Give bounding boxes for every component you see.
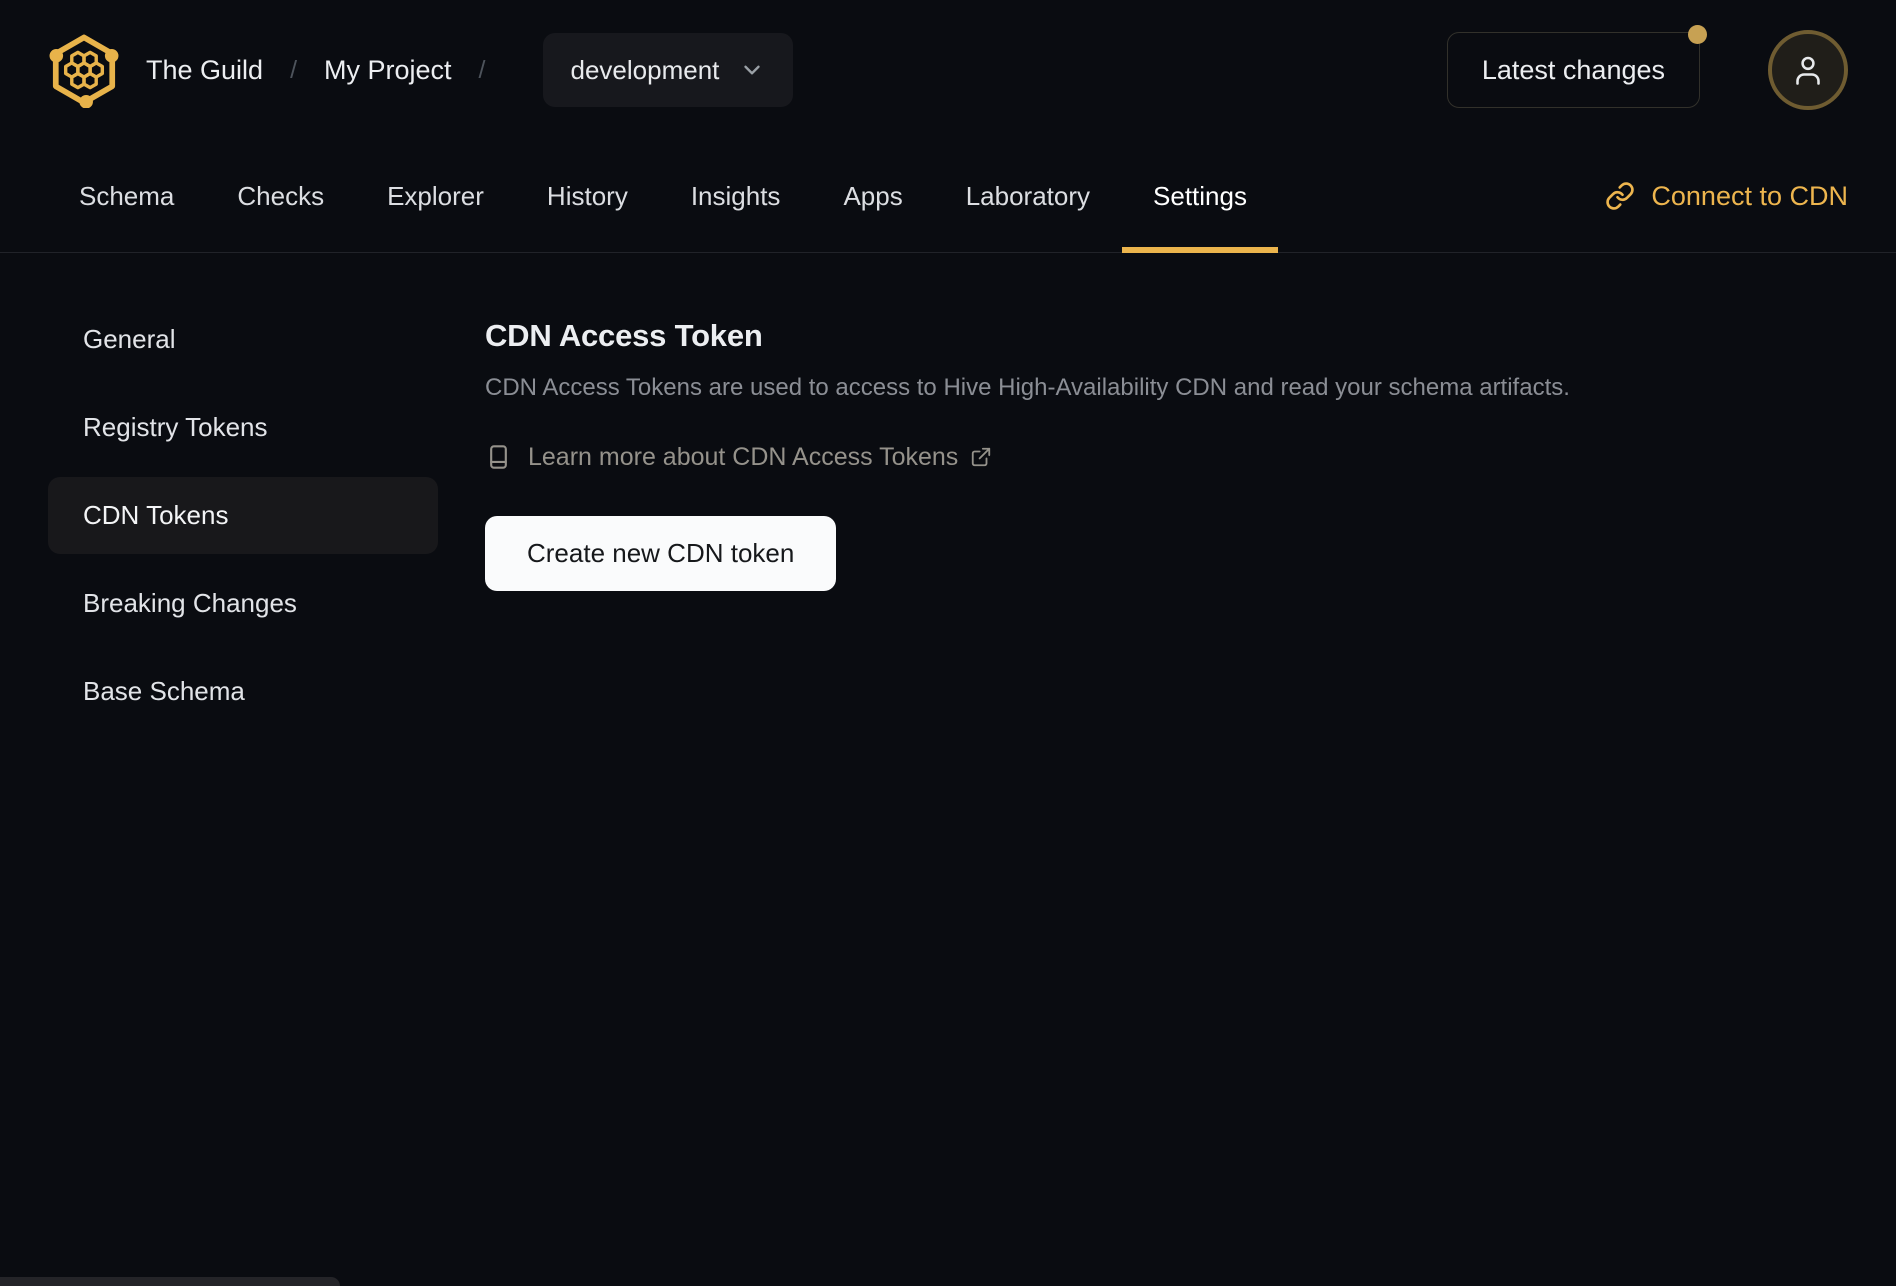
cdn-token-panel: CDN Access Token CDN Access Tokens are u… xyxy=(485,301,1848,741)
hive-logo-icon[interactable] xyxy=(48,32,120,108)
breadcrumb-project[interactable]: My Project xyxy=(324,55,452,86)
target-selector-dropdown[interactable]: development xyxy=(542,33,794,107)
latest-changes-label: Latest changes xyxy=(1481,54,1665,85)
sidebar-item-registry-tokens[interactable]: Registry Tokens xyxy=(48,389,438,466)
latest-changes-button[interactable]: Latest changes xyxy=(1446,25,1707,108)
learn-more-label: Learn more about CDN Access Tokens xyxy=(528,442,959,471)
sidebar-item-breaking-changes[interactable]: Breaking Changes xyxy=(48,565,438,642)
tab-apps[interactable]: Apps xyxy=(812,140,933,252)
book-icon xyxy=(490,445,507,469)
tab-checks[interactable]: Checks xyxy=(206,140,355,252)
app-header: The Guild / My Project / development Lat… xyxy=(0,0,1896,140)
bottom-partial-toast[interactable] xyxy=(0,1277,340,1286)
tab-explorer[interactable]: Explorer xyxy=(356,140,515,252)
user-icon xyxy=(1796,56,1820,85)
tab-laboratory[interactable]: Laboratory xyxy=(935,140,1121,252)
settings-sidebar: General Registry Tokens CDN Tokens Break… xyxy=(48,301,438,741)
tab-schema[interactable]: Schema xyxy=(48,140,205,252)
breadcrumb-org[interactable]: The Guild xyxy=(146,55,263,86)
tab-insights[interactable]: Insights xyxy=(660,140,812,252)
external-link-icon xyxy=(972,447,991,467)
page-title: CDN Access Token xyxy=(485,318,763,353)
tab-history[interactable]: History xyxy=(516,140,659,252)
header-actions: Latest changes xyxy=(1446,25,1848,110)
chain-link-icon xyxy=(1606,182,1635,210)
create-cdn-token-button[interactable]: Create new CDN token xyxy=(485,516,837,591)
user-avatar[interactable] xyxy=(1768,30,1848,110)
notification-dot xyxy=(1688,25,1707,44)
sidebar-item-cdn-tokens[interactable]: CDN Tokens xyxy=(48,477,438,554)
sidebar-item-general[interactable]: General xyxy=(48,301,438,378)
sidebar-item-base-schema[interactable]: Base Schema xyxy=(48,653,438,730)
learn-more-link[interactable]: Learn more about CDN Access Tokens xyxy=(485,442,992,472)
page-description: CDN Access Tokens are used to access to … xyxy=(485,374,1570,401)
breadcrumb: The Guild / My Project / xyxy=(146,55,513,86)
target-selector-value: development xyxy=(570,54,720,85)
project-tabs: Schema Checks Explorer History Insights … xyxy=(0,140,1896,253)
chevron-down-icon xyxy=(744,65,761,75)
breadcrumb-separator: / xyxy=(290,55,298,84)
settings-content: General Registry Tokens CDN Tokens Break… xyxy=(0,253,1896,741)
tab-settings[interactable]: Settings xyxy=(1122,140,1278,253)
connect-to-cdn-label: Connect to CDN xyxy=(1651,180,1848,211)
connect-to-cdn-link[interactable]: Connect to CDN xyxy=(1605,181,1848,212)
breadcrumb-separator: / xyxy=(478,55,486,84)
